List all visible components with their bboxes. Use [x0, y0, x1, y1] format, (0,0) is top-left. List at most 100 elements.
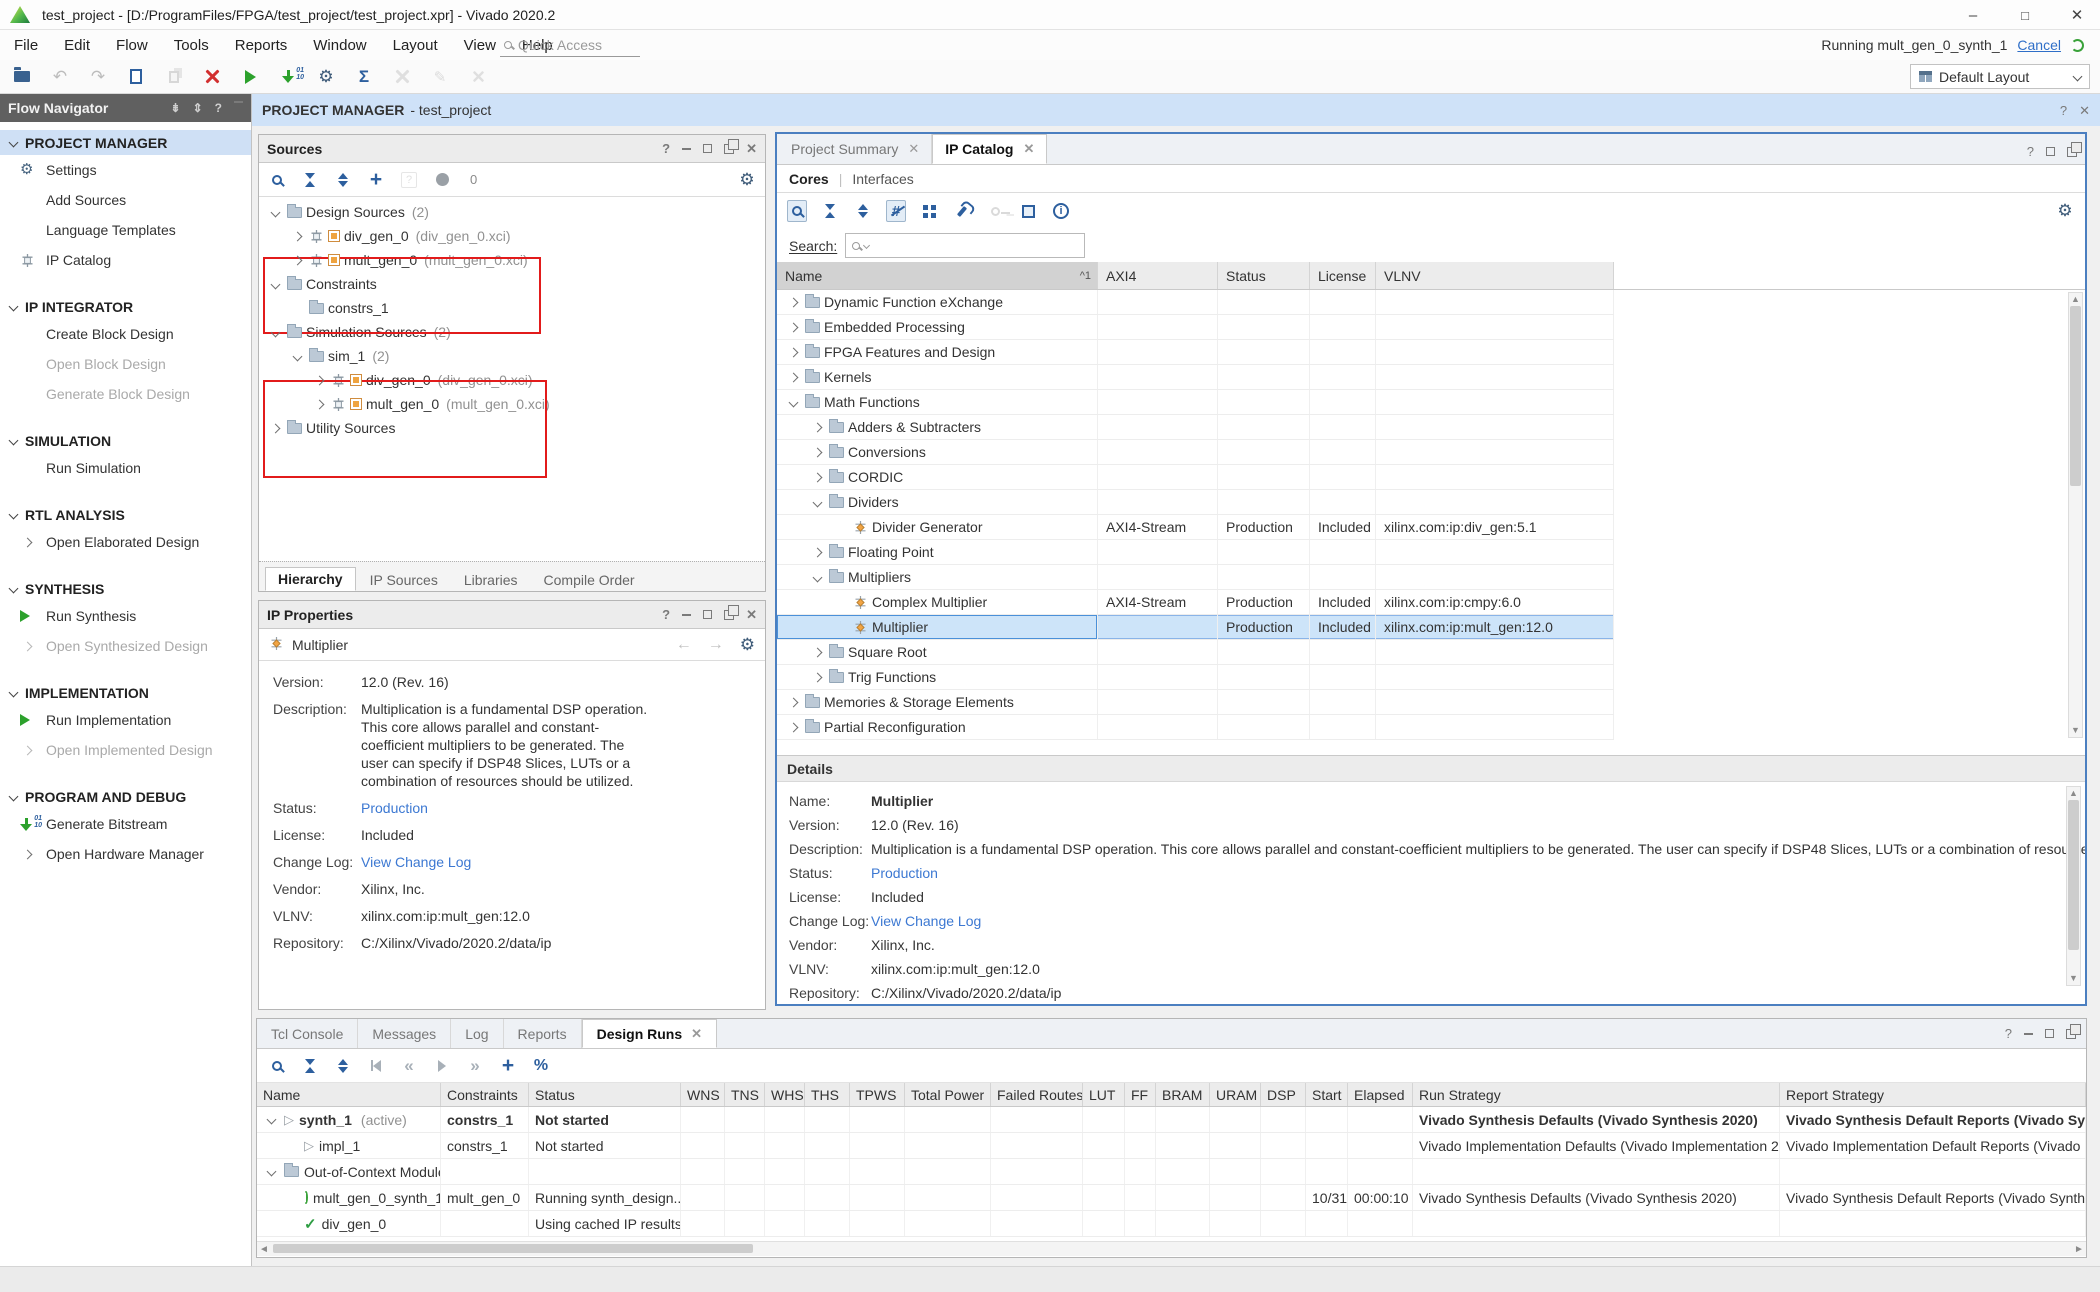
vertical-scrollbar[interactable]: ▲ ▼ [2066, 786, 2081, 986]
tree-item-sim_1[interactable]: sim_1(2) [259, 344, 765, 368]
tab-reports[interactable]: Reports [504, 1019, 582, 1048]
flow-section-program-and-debug[interactable]: PROGRAM AND DEBUG [0, 784, 251, 809]
column-header-bram[interactable]: BRAM [1156, 1083, 1210, 1106]
catalog-row-Dividers[interactable]: Dividers [777, 490, 1614, 515]
column-header-dsp[interactable]: DSP [1261, 1083, 1306, 1106]
column-header-tns[interactable]: TNS [725, 1083, 765, 1106]
scroll-right-icon[interactable]: ► [2072, 1244, 2086, 1255]
catalog-row-Embedded Processing[interactable]: Embedded Processing [777, 315, 1614, 340]
catalog-row-CORDIC[interactable]: CORDIC [777, 465, 1614, 490]
menu-reports[interactable]: Reports [235, 37, 288, 54]
minimize-icon[interactable] [2024, 1033, 2033, 1035]
close-icon[interactable]: ✕ [746, 608, 757, 621]
tab-libraries[interactable]: Libraries [452, 569, 530, 591]
catalog-row-Multiplier[interactable]: MultiplierProductionIncludedxilinx.com:i… [777, 615, 1614, 640]
catalog-row-Floating Point[interactable]: Floating Point [777, 540, 1614, 565]
forward-arrow-icon[interactable]: → [708, 636, 724, 654]
tab-compile-order[interactable]: Compile Order [532, 569, 647, 591]
menu-flow[interactable]: Flow [116, 37, 148, 54]
catalog-row-Partial Reconfiguration[interactable]: Partial Reconfiguration [777, 715, 1614, 740]
run-icon[interactable] [240, 66, 260, 88]
scroll-down-icon[interactable]: ▼ [2071, 726, 2080, 735]
column-header-run-strategy[interactable]: Run Strategy [1413, 1083, 1780, 1106]
help-icon[interactable]: ? [215, 101, 222, 115]
column-header-wns[interactable]: WNS [681, 1083, 725, 1106]
float-icon[interactable] [2066, 1029, 2076, 1039]
undo-icon[interactable]: ↶ [50, 66, 70, 88]
maximize-icon[interactable] [2046, 147, 2055, 156]
doc-icon[interactable] [126, 66, 146, 88]
expand-all-icon[interactable]: ⇕ [193, 101, 203, 115]
flow-item-open-implemented-design[interactable]: Open Implemented Design [0, 735, 251, 765]
catalog-row-Conversions[interactable]: Conversions [777, 440, 1614, 465]
back-arrow-icon[interactable]: ← [676, 636, 692, 654]
menu-view[interactable]: View [464, 37, 496, 54]
stop-icon[interactable] [202, 66, 222, 88]
flow-item-open-block-design[interactable]: Open Block Design [0, 349, 251, 379]
flow-section-project-manager[interactable]: PROJECT MANAGER [0, 130, 251, 155]
close-button[interactable]: ✕ [2068, 6, 2086, 24]
copy-icon[interactable] [164, 66, 184, 88]
help-icon[interactable]: ? [2060, 104, 2067, 117]
column-header-vlnv[interactable]: VLNV [1376, 262, 1614, 289]
menu-window[interactable]: Window [313, 37, 366, 54]
forward-icon[interactable]: » [465, 1055, 485, 1077]
tab-design-runs[interactable]: Design Runs✕ [582, 1019, 717, 1048]
column-header-elapsed[interactable]: Elapsed [1348, 1083, 1413, 1106]
catalog-row-FPGA Features and Design[interactable]: FPGA Features and Design [777, 340, 1614, 365]
scroll-down-icon[interactable]: ▼ [2069, 974, 2078, 983]
catalog-row-Square Root[interactable]: Square Root [777, 640, 1614, 665]
expand-icon[interactable] [333, 169, 353, 191]
pencil-icon[interactable]: ✎ [430, 66, 450, 88]
search-icon[interactable] [787, 200, 807, 222]
key-icon[interactable] [985, 200, 1005, 222]
column-header-axi4[interactable]: AXI4 [1098, 262, 1218, 289]
menu-edit[interactable]: Edit [64, 37, 90, 54]
ip-search-input[interactable] [845, 233, 1085, 258]
flow-item-run-synthesis[interactable]: Run Synthesis [0, 601, 251, 631]
scroll-up-icon[interactable]: ▲ [2071, 295, 2080, 304]
flow-item-generate-bitstream[interactable]: 0110Generate Bitstream [0, 809, 251, 839]
xdis-icon[interactable] [392, 66, 412, 88]
float-icon[interactable] [724, 144, 734, 154]
scroll-up-icon[interactable]: ▲ [2069, 789, 2078, 798]
catalog-row-Complex Multiplier[interactable]: Complex MultiplierAXI4-StreamProductionI… [777, 590, 1614, 615]
link-production[interactable]: Production [871, 864, 938, 882]
tree-item-Design Sources[interactable]: Design Sources(2) [259, 200, 765, 224]
help-icon[interactable]: ? [2005, 1027, 2012, 1040]
minimize-icon[interactable] [234, 101, 243, 103]
tree-item-div_gen_0[interactable]: div_gen_0(div_gen_0.xci) [259, 368, 765, 392]
flow-item-settings[interactable]: ⚙Settings [0, 155, 251, 185]
column-header-ths[interactable]: THS [805, 1083, 850, 1106]
collapse-all-icon[interactable]: ⇟ [171, 101, 181, 115]
design-run-row-synth_1[interactable]: ▷synth_1(active)constrs_1Not startedViva… [257, 1107, 2086, 1133]
help-icon[interactable]: ? [662, 608, 670, 621]
subtab-cores[interactable]: Cores [789, 171, 829, 187]
collapse-icon[interactable] [300, 1055, 320, 1077]
float-icon[interactable] [724, 610, 734, 620]
column-header-status[interactable]: Status [1218, 262, 1310, 289]
search-icon[interactable] [267, 169, 287, 191]
help-icon[interactable]: ? [662, 142, 670, 155]
badge-icon[interactable] [432, 169, 452, 191]
settings-gear-icon[interactable]: ⚙ [740, 636, 755, 654]
filter-icon[interactable]: # [886, 200, 906, 222]
menu-file[interactable]: File [14, 37, 38, 54]
add-icon[interactable]: + [366, 169, 386, 191]
horizontal-scrollbar[interactable]: ◄ ► [257, 1241, 2086, 1256]
column-header-status[interactable]: Status [529, 1083, 681, 1106]
column-header-name[interactable]: Name^1 [777, 262, 1098, 289]
close-tab-icon[interactable]: ✕ [908, 141, 919, 157]
menu-tools[interactable]: Tools [174, 37, 209, 54]
column-header-license[interactable]: License [1310, 262, 1376, 289]
flow-item-open-elaborated-design[interactable]: Open Elaborated Design [0, 527, 251, 557]
column-header-whs[interactable]: WHS [765, 1083, 805, 1106]
design-run-row-Out-of-Context Module Runs[interactable]: Out-of-Context Module Runs [257, 1159, 2086, 1185]
column-header-uram[interactable]: URAM [1210, 1083, 1261, 1106]
scroll-left-icon[interactable]: ◄ [257, 1244, 271, 1255]
flow-item-ip-catalog[interactable]: IP Catalog [0, 245, 251, 275]
tab-log[interactable]: Log [451, 1019, 503, 1048]
maximize-icon[interactable] [703, 144, 712, 153]
catalog-row-Memories & Storage Elements[interactable]: Memories & Storage Elements [777, 690, 1614, 715]
tree-item-div_gen_0[interactable]: div_gen_0(div_gen_0.xci) [259, 224, 765, 248]
